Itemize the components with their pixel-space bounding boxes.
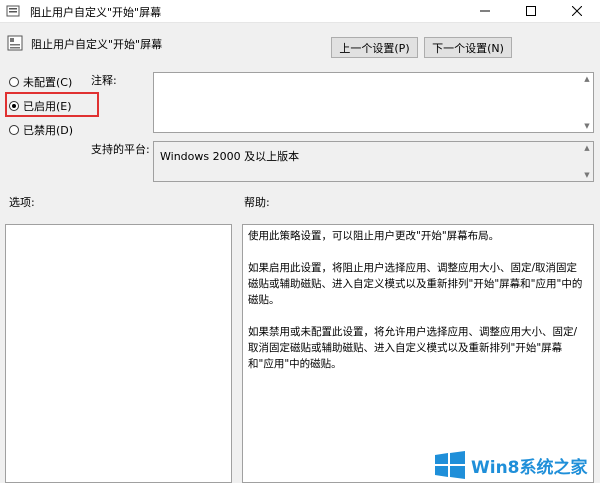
radio-circle[interactable] <box>9 125 19 135</box>
next-setting-button[interactable]: 下一个设置(N) <box>424 37 512 58</box>
previous-setting-button[interactable]: 上一个设置(P) <box>331 37 418 58</box>
minimize-button[interactable] <box>462 0 508 22</box>
windows-logo-icon <box>435 451 465 479</box>
maximize-icon <box>526 6 536 16</box>
help-label: 帮助: <box>244 196 270 209</box>
platform-scrollbar[interactable]: ▲ ▼ <box>581 142 593 181</box>
close-icon <box>572 6 582 16</box>
options-label: 选项: <box>9 196 35 209</box>
radio-not-configured[interactable]: 未配置(C) <box>9 74 72 90</box>
help-paragraph: 如果启用此设置，将阻止用户选择应用、调整应用大小、固定/取消固定磁贴或辅助磁贴、… <box>248 262 583 306</box>
note-scrollbar[interactable]: ▲ ▼ <box>581 73 593 132</box>
note-label: 注释: <box>91 74 117 87</box>
scroll-up-icon[interactable]: ▲ <box>583 144 591 152</box>
options-panel <box>5 224 232 483</box>
maximize-button[interactable] <box>508 0 554 22</box>
platform-field: Windows 2000 及以上版本 ▲ ▼ <box>153 141 594 182</box>
help-panel: 使用此策略设置，可以阻止用户更改"开始"屏幕布局。 如果启用此设置，将阻止用户选… <box>242 224 594 483</box>
radio-label: 未配置(C) <box>23 76 73 89</box>
window-title: 阻止用户自定义"开始"屏幕 <box>30 6 162 19</box>
radio-label: 已禁用(D) <box>23 124 74 137</box>
policy-setting-icon <box>7 35 23 51</box>
scroll-down-icon[interactable]: ▼ <box>583 171 591 179</box>
close-button[interactable] <box>554 0 600 22</box>
radio-disabled[interactable]: 已禁用(D) <box>9 122 73 138</box>
platform-value: Windows 2000 及以上版本 <box>160 150 300 163</box>
highlight-annotation-box <box>5 92 99 117</box>
policy-title: 阻止用户自定义"开始"屏幕 <box>31 38 163 51</box>
watermark: Win8系统之家 <box>433 447 600 483</box>
radio-circle[interactable] <box>9 77 19 87</box>
platform-label: 支持的平台: <box>91 143 150 156</box>
scroll-down-icon[interactable]: ▼ <box>583 122 591 130</box>
minimize-icon <box>480 10 490 12</box>
help-paragraph: 如果禁用或未配置此设置，将允许用户选择应用、调整应用大小、固定/取消固定磁贴或辅… <box>248 326 578 370</box>
title-bar: 阻止用户自定义"开始"屏幕 <box>0 0 600 23</box>
policy-app-icon <box>6 5 20 17</box>
scroll-up-icon[interactable]: ▲ <box>583 75 591 83</box>
help-paragraph: 使用此策略设置，可以阻止用户更改"开始"屏幕布局。 <box>248 230 500 242</box>
watermark-text: Win8系统之家 <box>471 457 588 478</box>
note-textarea[interactable]: ▲ ▼ <box>153 72 594 133</box>
